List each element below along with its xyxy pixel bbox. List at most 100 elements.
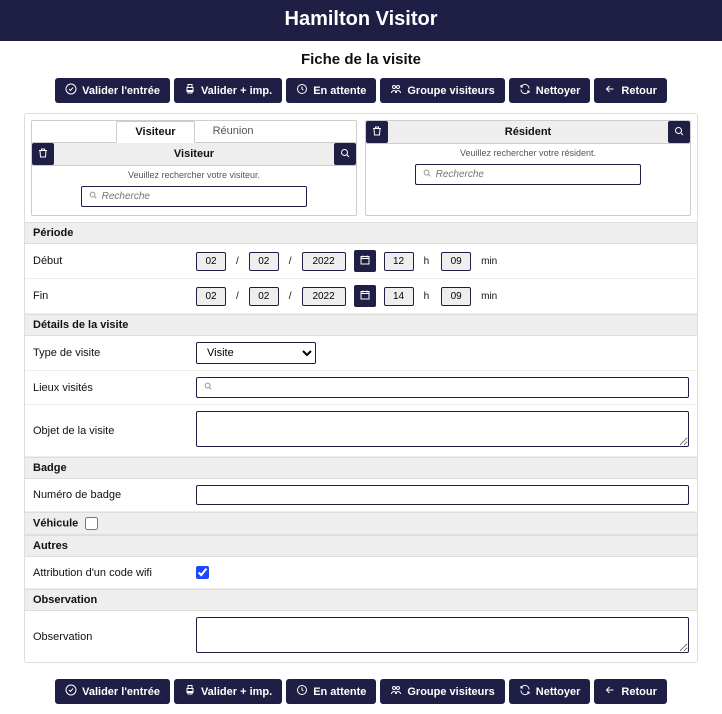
validate-print-label: Valider + imp. [201, 686, 272, 698]
places-input[interactable] [217, 382, 682, 394]
group-visitors-button[interactable]: Groupe visiteurs [380, 679, 504, 704]
refresh-icon [519, 684, 531, 699]
clock-icon [296, 83, 308, 98]
validate-print-button[interactable]: Valider + imp. [174, 679, 282, 704]
refresh-icon [519, 83, 531, 98]
clean-button[interactable]: Nettoyer [509, 679, 591, 704]
resident-delete-button[interactable] [366, 121, 388, 143]
search-icon [203, 381, 213, 394]
end-hour-input[interactable] [384, 287, 414, 306]
validate-button[interactable]: Valider l'entrée [55, 78, 170, 103]
trash-icon [371, 125, 383, 140]
places-search-box[interactable] [196, 377, 689, 398]
date-sep: / [234, 291, 241, 302]
top-toolbar: Valider l'entrée Valider + imp. En atten… [0, 74, 722, 113]
arrow-left-icon [604, 83, 616, 98]
calendar-icon [359, 254, 371, 269]
check-icon [65, 684, 77, 699]
section-badge: Badge [25, 457, 697, 479]
end-min-input[interactable] [441, 287, 471, 306]
resident-header: Résident [388, 122, 668, 142]
resident-search-input[interactable] [432, 167, 635, 182]
end-year-input[interactable] [302, 287, 346, 306]
hour-unit: h [422, 256, 434, 267]
visitor-search-button[interactable] [334, 143, 356, 165]
min-unit: min [479, 291, 501, 302]
start-year-input[interactable] [302, 252, 346, 271]
back-label: Retour [621, 686, 656, 698]
label-observation: Observation [33, 631, 188, 643]
end-day-input[interactable] [196, 287, 226, 306]
row-end: Fin / / h min [25, 279, 697, 314]
search-icon [339, 147, 351, 162]
end-calendar-button[interactable] [354, 285, 376, 307]
back-button[interactable]: Retour [594, 679, 666, 704]
validate-label: Valider l'entrée [82, 686, 160, 698]
row-start: Début / / h min [25, 244, 697, 279]
on-hold-button[interactable]: En attente [286, 679, 376, 704]
clean-label: Nettoyer [536, 686, 581, 698]
visitor-delete-button[interactable] [32, 143, 54, 165]
visitor-header: Visiteur [54, 144, 334, 164]
search-icon [88, 190, 98, 203]
group-icon [390, 83, 402, 98]
min-unit: min [479, 256, 501, 267]
wifi-checkbox[interactable] [196, 566, 209, 579]
badge-number-input[interactable] [196, 485, 689, 505]
visitor-search-input[interactable] [98, 189, 301, 204]
tab-meeting[interactable]: Réunion [195, 121, 272, 142]
visitor-hint: Veuillez rechercher votre visiteur. [32, 166, 356, 182]
observation-textarea[interactable] [196, 617, 689, 653]
arrow-left-icon [604, 684, 616, 699]
section-vehicle: Véhicule [25, 512, 697, 535]
clean-label: Nettoyer [536, 85, 581, 97]
section-observation: Observation [25, 589, 697, 611]
tab-visitor[interactable]: Visiteur [116, 121, 194, 143]
section-period: Période [25, 222, 697, 244]
main-panel: Visiteur Réunion Visiteur Veuillez reche… [24, 113, 698, 663]
start-day-input[interactable] [196, 252, 226, 271]
back-button[interactable]: Retour [594, 78, 666, 103]
visit-type-select[interactable]: Visite [196, 342, 316, 364]
app-banner: Hamilton Visitor [0, 0, 722, 41]
trash-icon [37, 147, 49, 162]
printer-icon [184, 684, 196, 699]
search-icon [673, 125, 685, 140]
label-end: Fin [33, 290, 188, 302]
vehicle-checkbox[interactable] [85, 517, 98, 530]
resident-search-button[interactable] [668, 121, 690, 143]
clock-icon [296, 684, 308, 699]
on-hold-label: En attente [313, 686, 366, 698]
group-label: Groupe visiteurs [407, 686, 494, 698]
back-label: Retour [621, 85, 656, 97]
start-calendar-button[interactable] [354, 250, 376, 272]
start-min-input[interactable] [441, 252, 471, 271]
date-sep: / [287, 256, 294, 267]
on-hold-button[interactable]: En attente [286, 78, 376, 103]
resident-search-box[interactable] [415, 164, 642, 185]
label-start: Début [33, 255, 188, 267]
label-visit-type: Type de visite [33, 347, 188, 359]
start-hour-input[interactable] [384, 252, 414, 271]
page-title: Fiche de la visite [0, 41, 722, 74]
group-icon [390, 684, 402, 699]
label-object: Objet de la visite [33, 425, 188, 437]
group-visitors-button[interactable]: Groupe visiteurs [380, 78, 504, 103]
validate-print-button[interactable]: Valider + imp. [174, 78, 282, 103]
resident-card: Résident Veuillez rechercher votre résid… [365, 120, 691, 216]
vehicle-label: Véhicule [33, 517, 78, 529]
check-icon [65, 83, 77, 98]
validate-print-label: Valider + imp. [201, 85, 272, 97]
date-sep: / [287, 291, 294, 302]
printer-icon [184, 83, 196, 98]
validate-button[interactable]: Valider l'entrée [55, 679, 170, 704]
visitor-search-box[interactable] [81, 186, 308, 207]
end-month-input[interactable] [249, 287, 279, 306]
object-textarea[interactable] [196, 411, 689, 447]
section-details: Détails de la visite [25, 314, 697, 336]
section-other: Autres [25, 535, 697, 557]
label-badge-num: Numéro de badge [33, 489, 188, 501]
clean-button[interactable]: Nettoyer [509, 78, 591, 103]
on-hold-label: En attente [313, 85, 366, 97]
start-month-input[interactable] [249, 252, 279, 271]
